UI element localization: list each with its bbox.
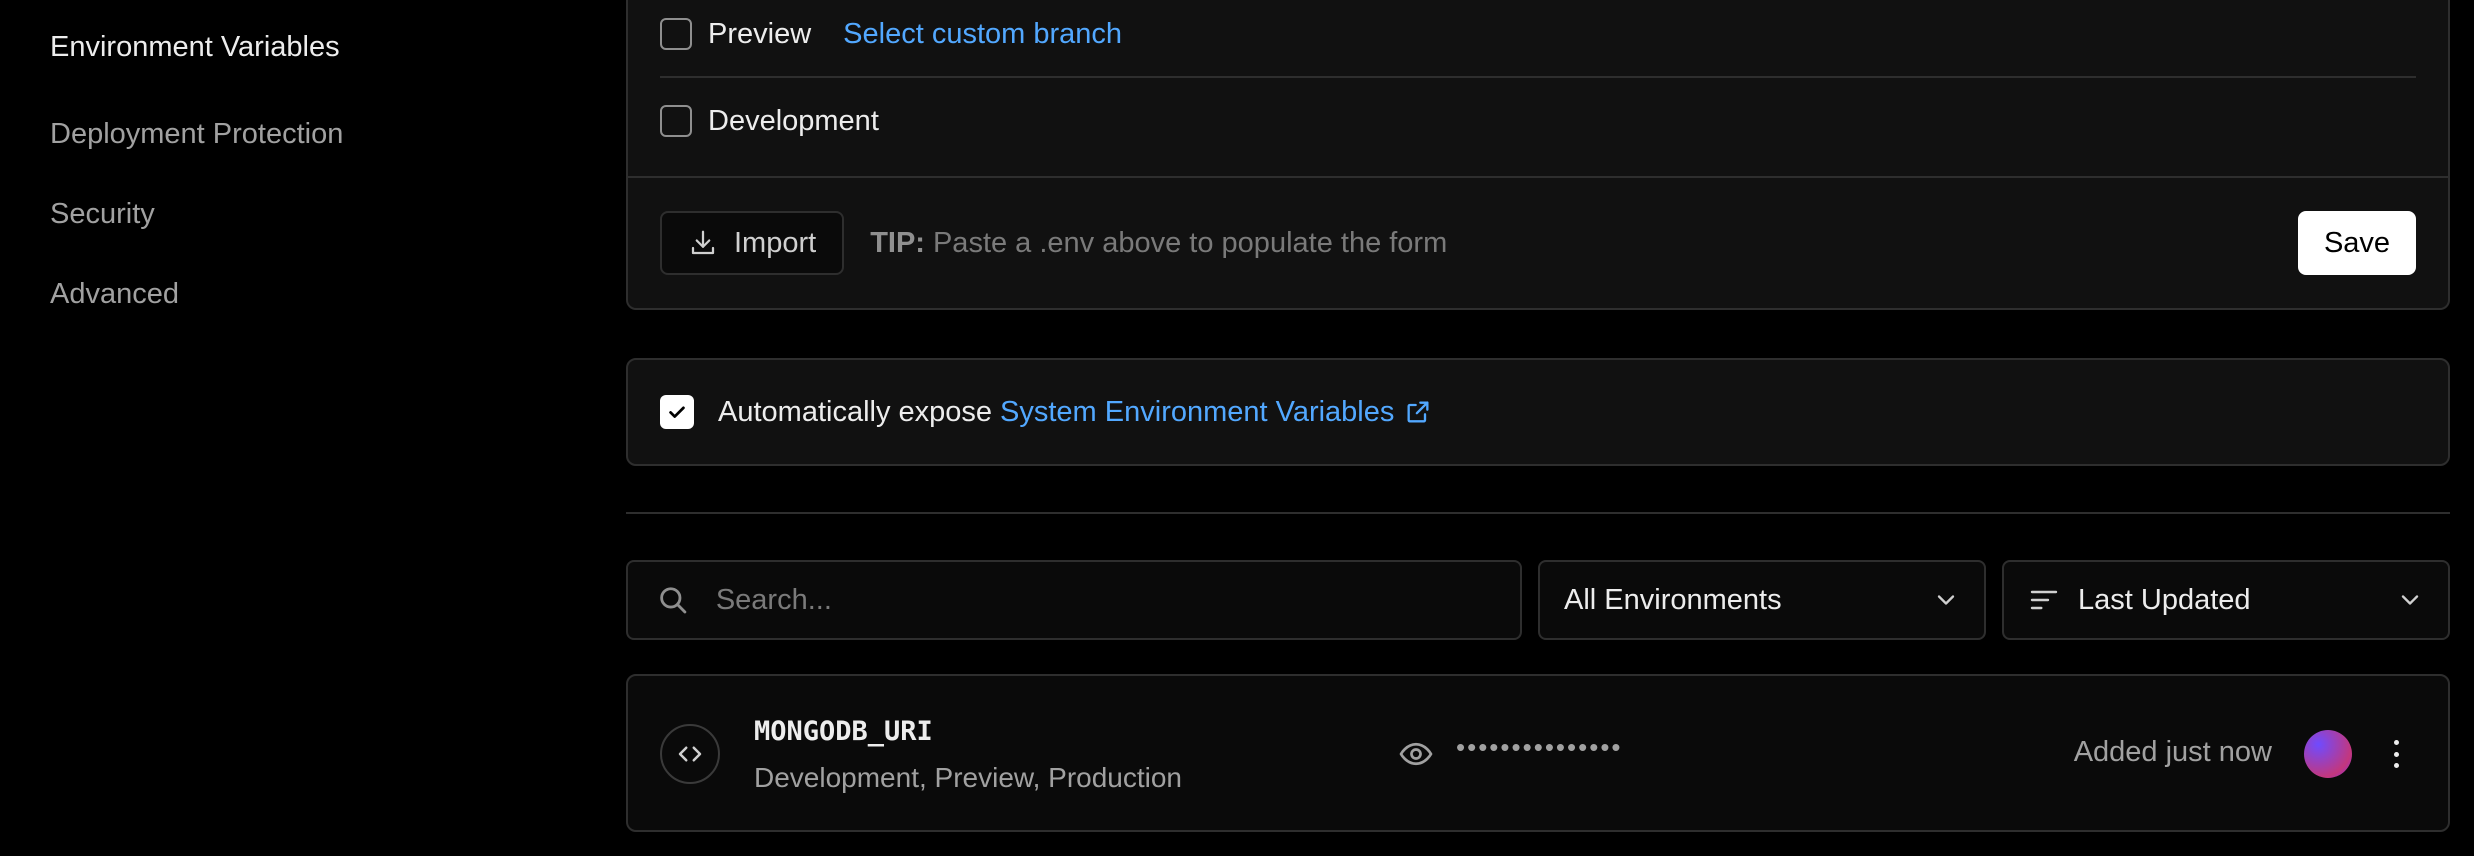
sidebar-item-advanced[interactable]: Advanced [50, 254, 550, 334]
tip-label: TIP: [870, 226, 925, 259]
tip-text: TIP: Paste a .env above to populate the f… [870, 227, 1447, 260]
development-checkbox[interactable] [660, 105, 692, 137]
auto-expose-checkbox[interactable] [660, 395, 694, 429]
section-divider [626, 512, 2450, 514]
sort-lines-icon [2030, 590, 2058, 610]
import-label: Import [734, 226, 817, 259]
panel-footer: Import TIP: Paste a .env above to populat… [628, 176, 2448, 308]
env-var-name: MONGODB_URI [754, 716, 933, 747]
env-var-form-panel: Preview Select custom branch Development… [626, 0, 2450, 310]
preview-label: Preview [708, 17, 812, 50]
env-row-development: Development [660, 78, 2416, 164]
sidebar-item-security[interactable]: Security [50, 174, 550, 254]
env-var-environments: Development, Preview, Production [754, 762, 1182, 793]
preview-checkbox[interactable] [660, 18, 692, 50]
sidebar-item-environment-variables[interactable]: Environment Variables [50, 0, 550, 94]
select-custom-branch-link[interactable]: Select custom branch [843, 18, 1122, 51]
development-label: Development [708, 104, 879, 137]
more-options-icon[interactable] [2384, 732, 2408, 776]
added-timestamp: Added just now [2073, 736, 2272, 768]
download-icon [691, 230, 715, 255]
settings-sidebar: Environment Variables Deployment Protect… [50, 0, 550, 334]
chevron-down-icon [1937, 595, 1955, 605]
system-env-vars-link[interactable]: System Environment Variables [1000, 396, 1394, 429]
tip-message: Paste a .env above to populate the form [932, 226, 1448, 259]
sort-select-value: Last Updated [2078, 583, 2251, 616]
search-field[interactable] [626, 560, 1522, 640]
environment-select[interactable]: All Environments [1538, 560, 1986, 640]
search-icon [660, 587, 687, 614]
import-button[interactable]: Import [660, 211, 845, 275]
eye-icon[interactable] [1398, 736, 1434, 772]
external-link-icon[interactable] [1404, 398, 1432, 426]
auto-expose-panel: Automatically expose System Environment … [626, 358, 2450, 466]
avatar [2304, 730, 2352, 778]
environment-select-value: All Environments [1564, 583, 1782, 616]
sidebar-item-deployment-protection[interactable]: Deployment Protection [50, 94, 550, 174]
auto-expose-label: Automatically expose [718, 395, 993, 428]
env-var-row[interactable]: MONGODB_URI Development, Preview, Produc… [626, 674, 2450, 832]
checkmark-icon [669, 406, 685, 418]
sort-select[interactable]: Last Updated [2002, 560, 2450, 640]
search-input[interactable] [715, 583, 1492, 617]
masked-value: ••••••••••••••• [1456, 732, 1623, 762]
env-row-preview: Preview Select custom branch [660, 0, 2416, 78]
save-button[interactable]: Save [2298, 211, 2416, 275]
chevron-down-icon [2401, 595, 2419, 605]
code-icon [660, 724, 720, 784]
